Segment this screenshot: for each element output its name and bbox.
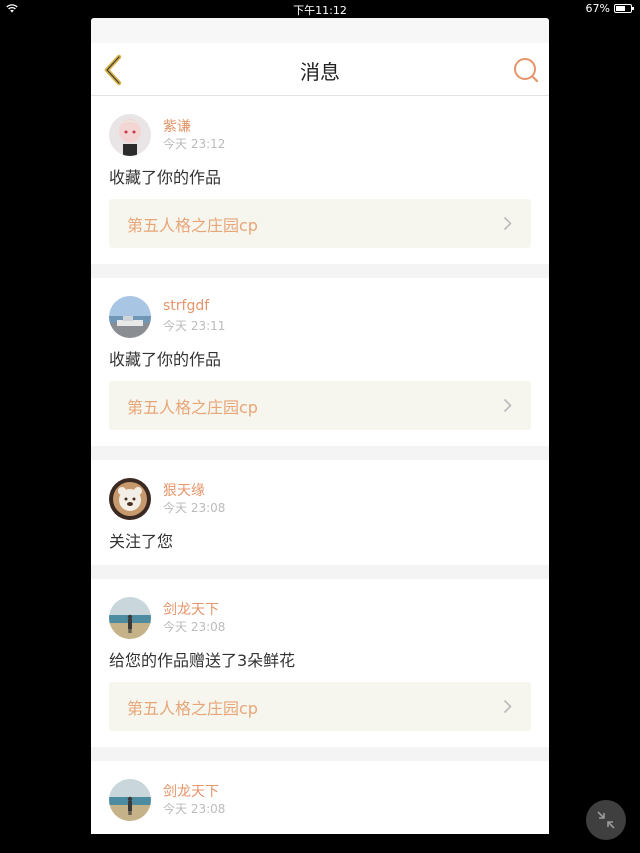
work-link[interactable]: 第五人格之庄园cp — [109, 381, 531, 430]
chevron-right-icon — [503, 699, 512, 714]
search-icon[interactable] — [513, 57, 539, 83]
notification-card: 紫谦 今天 23:12 收藏了你的作品第五人格之庄园cp — [91, 96, 549, 264]
notification-message: 给您的作品赠送了3朵鲜花 — [109, 832, 531, 834]
avatar[interactable] — [109, 296, 151, 338]
work-link[interactable]: 第五人格之庄园cp — [109, 199, 531, 248]
timestamp: 今天 23:08 — [163, 620, 226, 634]
avatar[interactable] — [109, 114, 151, 156]
notification-card: strfgdf 今天 23:11 收藏了你的作品第五人格之庄园cp — [91, 278, 549, 446]
collapse-arrows-icon — [597, 811, 615, 829]
username[interactable]: 剑龙天下 — [163, 599, 219, 619]
status-time: 下午11:12 — [293, 4, 347, 17]
work-title: 第五人格之庄园cp — [127, 699, 258, 718]
nav-bar: 消息 — [91, 43, 549, 96]
timestamp: 今天 23:11 — [163, 319, 226, 333]
timestamp: 今天 23:08 — [163, 802, 226, 816]
notification-list: 紫谦 今天 23:12 收藏了你的作品 第五人格之庄园cp strfgdf 今天 23:1… — [91, 96, 549, 834]
chevron-right-icon — [503, 216, 512, 231]
notification-card: 剑龙天下 今天 23:08 给您的作品赠送了3朵鲜花第五人格之庄园cp — [91, 579, 549, 747]
timestamp: 今天 23:12 — [163, 137, 226, 151]
work-title: 第五人格之庄园cp — [127, 216, 258, 235]
avatar[interactable] — [109, 779, 151, 821]
timestamp: 今天 23:08 — [163, 501, 226, 515]
notification-message: 收藏了你的作品 — [109, 168, 222, 187]
work-link[interactable]: 第五人格之庄园cp — [109, 682, 531, 731]
username[interactable]: 剑龙天下 — [163, 781, 219, 801]
username[interactable]: 狠天缘 — [163, 480, 205, 500]
avatar[interactable] — [109, 597, 151, 639]
battery-percent: 67% — [585, 2, 610, 15]
page-title: 消息 — [300, 60, 340, 84]
work-title: 第五人格之庄园cp — [127, 398, 258, 417]
notification-card: 剑龙天下今天 23:08 给您的作品赠送了3朵鲜花 — [91, 761, 549, 834]
battery-icon — [614, 4, 634, 13]
username[interactable]: strfgdf — [163, 298, 209, 314]
status-bar: 下午11:12 67% — [0, 0, 640, 18]
notification-message: 收藏了你的作品 — [109, 350, 222, 369]
minimize-button[interactable] — [586, 800, 626, 840]
notification-card: 狠天缘 今天 23:08 关注了您 — [91, 460, 549, 565]
notification-message: 关注了您 — [109, 532, 174, 551]
notification-message: 给您的作品赠送了3朵鲜花 — [109, 651, 296, 670]
avatar[interactable] — [109, 478, 151, 520]
chevron-right-icon — [503, 398, 512, 413]
username[interactable]: 紫谦 — [163, 116, 191, 136]
messages-window: 消息 紫谦 今天 23:12 收藏了你的作品 第五人格之庄园cp strfgdf 今天 2… — [91, 18, 549, 834]
